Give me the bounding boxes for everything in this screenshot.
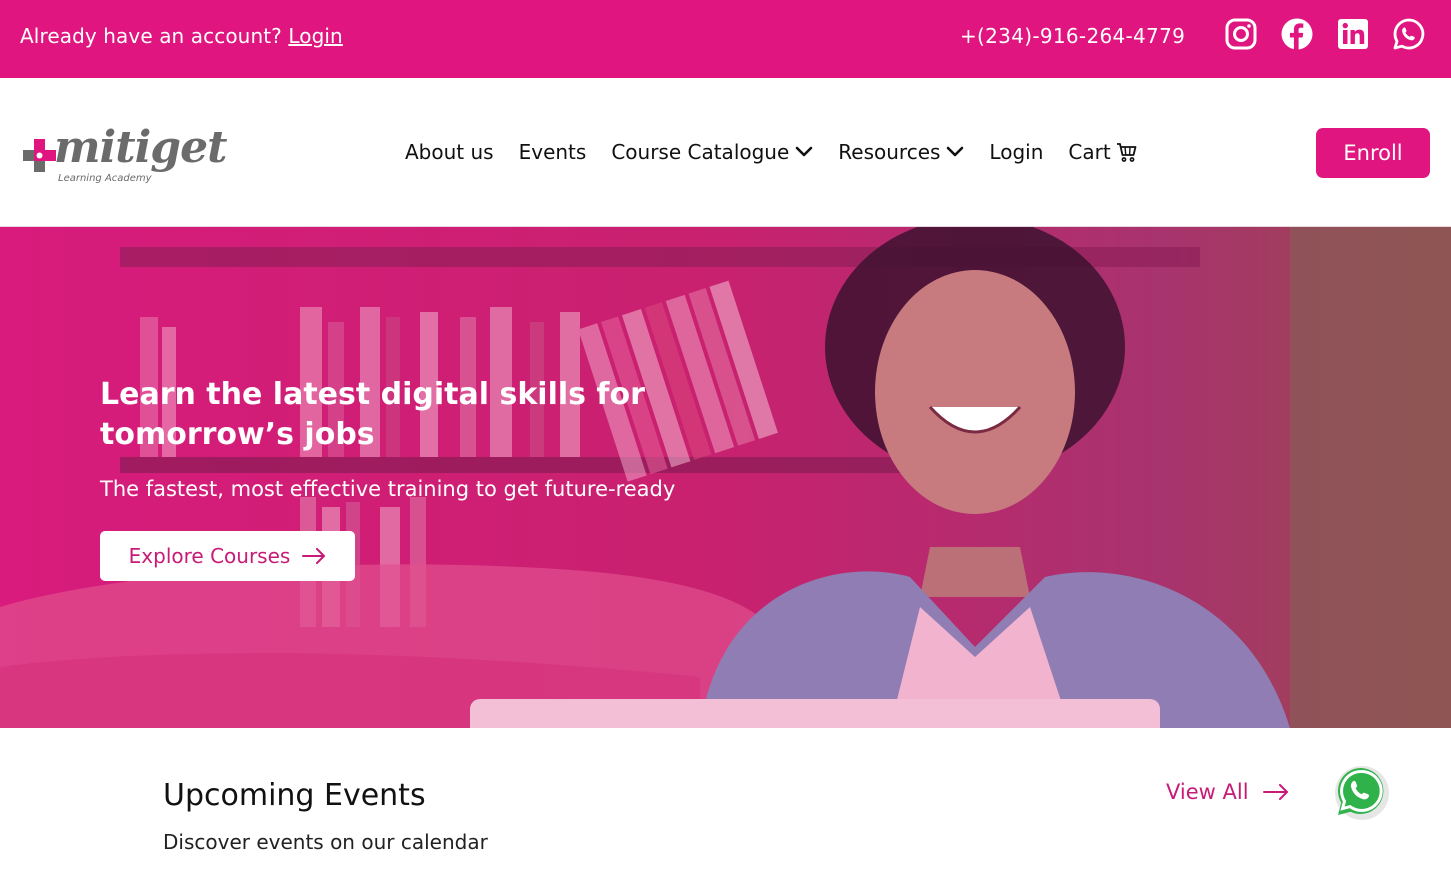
- nav-resources[interactable]: Resources: [838, 140, 964, 164]
- view-all-link[interactable]: View All: [1166, 780, 1289, 804]
- nav-about-us[interactable]: About us: [405, 140, 494, 164]
- explore-courses-label: Explore Courses: [128, 544, 291, 568]
- nav-label: Resources: [838, 140, 941, 164]
- nav-course-catalogue[interactable]: Course Catalogue: [611, 140, 813, 164]
- phone-number: +(234)-916-264-4779: [960, 24, 1186, 48]
- chevron-down-icon: [795, 146, 813, 157]
- cart-icon: [1116, 143, 1137, 162]
- account-prompt-text: Already have an account?: [20, 24, 282, 48]
- explore-courses-button[interactable]: Explore Courses: [100, 531, 355, 581]
- linkedin-icon[interactable]: [1336, 17, 1370, 51]
- hero-headline: Learn the latest digital skills for tomo…: [100, 377, 645, 452]
- arrow-right-icon: [1262, 784, 1288, 800]
- arrow-right-icon: [302, 548, 326, 564]
- nav-label: Events: [518, 140, 587, 164]
- chevron-down-icon: [947, 146, 964, 157]
- nav-login[interactable]: Login: [989, 140, 1043, 164]
- nav-events[interactable]: Events: [519, 140, 587, 164]
- nav-label: Course Catalogue: [611, 140, 790, 164]
- site-header: mitiget Learning Academy About us Events…: [0, 78, 1451, 227]
- nav-label: About us: [405, 140, 494, 164]
- view-all-label: View All: [1166, 780, 1249, 804]
- social-links: [1224, 17, 1426, 51]
- hero-subheadline: The fastest, most effective training to …: [100, 477, 676, 501]
- events-section-title: Upcoming Events: [163, 778, 426, 813]
- facebook-icon[interactable]: [1280, 17, 1314, 51]
- enroll-button[interactable]: Enroll: [1316, 128, 1430, 178]
- nav-label: Cart: [1068, 140, 1111, 164]
- nav-cart[interactable]: Cart: [1068, 140, 1137, 164]
- hero-banner: Learn the latest digital skills for tomo…: [0, 227, 1451, 728]
- whatsapp-float-icon[interactable]: [1331, 762, 1391, 822]
- whatsapp-icon[interactable]: [1392, 17, 1426, 51]
- events-section-subtitle: Discover events on our calendar: [163, 830, 488, 854]
- instagram-icon[interactable]: [1224, 17, 1258, 51]
- account-prompt: Already have an account? Login: [20, 24, 343, 48]
- top-bar: Already have an account? Login +(234)-91…: [0, 0, 1451, 78]
- nav-label: Login: [989, 140, 1044, 164]
- logo-tagline: Learning Academy: [58, 173, 152, 184]
- site-logo[interactable]: mitiget Learning Academy: [22, 122, 227, 188]
- main-nav: About us Events Course Catalogue Resourc…: [405, 140, 1163, 164]
- top-login-link[interactable]: Login: [288, 24, 342, 48]
- logo-mark-icon: [23, 139, 56, 172]
- logo-wordmark: mitiget: [54, 122, 227, 173]
